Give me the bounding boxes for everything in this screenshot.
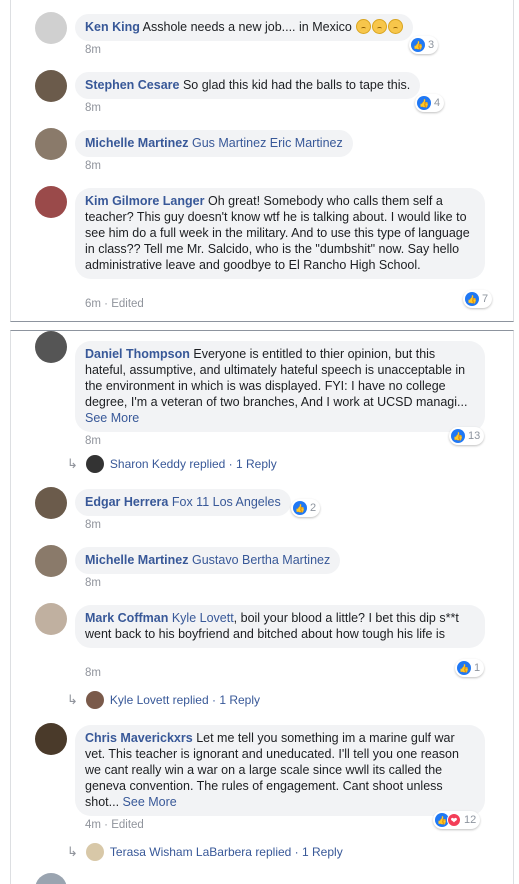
avatar[interactable]: [35, 545, 67, 577]
comment: Michelle Martinez Gus Martinez Eric Mart…: [35, 128, 507, 176]
like-icon: 👍: [417, 96, 431, 110]
comment-bubble: Michelle Martinez Gus Martinez Eric Mart…: [75, 130, 353, 157]
reaction-count[interactable]: 👍 ❤ 12: [433, 811, 481, 829]
like-icon: 👍: [465, 292, 479, 306]
tagged-names[interactable]: Gus Martinez Eric Martinez: [192, 136, 343, 150]
reply-count-text[interactable]: replied · 1 Reply: [173, 693, 260, 707]
reply-arrow-icon: ↳: [67, 844, 78, 859]
reaction-count[interactable]: 👍 13: [449, 427, 485, 445]
reaction-number: 3: [428, 39, 435, 51]
see-more-link[interactable]: See More: [123, 795, 177, 809]
reaction-number: 7: [482, 293, 489, 305]
tagged-names[interactable]: Kyle Lovett: [172, 611, 234, 625]
comment-bubble: Kim Gilmore Langer Oh great! Somebody wh…: [75, 188, 485, 279]
comment-bubble: Daniel Thompson Everyone is entitled to …: [75, 341, 485, 432]
reaction-number: 13: [468, 430, 481, 442]
comment-text: Asshole needs a new job.... in Mexico: [142, 20, 352, 34]
comment-bubble: Ken King Asshole needs a new job.... in …: [75, 14, 414, 41]
tired-face-emoji-icon: [372, 19, 388, 34]
reaction-count[interactable]: 👍 1: [455, 659, 485, 677]
comment-author[interactable]: Edgar Herrera: [85, 495, 168, 509]
comment-author[interactable]: Michelle Martinez: [85, 553, 189, 567]
comment-time[interactable]: 8m: [85, 435, 101, 447]
comment-time[interactable]: 8m: [85, 519, 101, 531]
comment-time[interactable]: 8m: [85, 102, 101, 114]
reply-arrow-icon: ↳: [67, 692, 78, 707]
comments-panel-top: Ken King Asshole needs a new job.... in …: [10, 0, 514, 322]
comment: Michelle Martinez Gustavo Bertha Martine…: [35, 545, 507, 593]
replies-link[interactable]: ↳ Kyle Lovett replied · 1 Reply: [67, 691, 260, 709]
tired-face-emoji-icon: [388, 19, 404, 34]
comment: Mark Coffman Kyle Lovett, boil your bloo…: [35, 603, 507, 685]
reply-author[interactable]: Sharon Keddy: [110, 457, 186, 471]
reply-count-text[interactable]: replied · 1 Reply: [189, 457, 276, 471]
comment-bubble: Edgar Herrera Fox 11 Los Angeles: [75, 489, 291, 516]
like-icon: 👍: [411, 38, 425, 52]
comment-author[interactable]: Mark Coffman: [85, 611, 168, 625]
comments-panel-bottom: Daniel Thompson Everyone is entitled to …: [10, 330, 514, 884]
tagged-names[interactable]: Gustavo Bertha Martinez: [192, 553, 330, 567]
reaction-count[interactable]: 👍 7: [463, 290, 493, 308]
reply-author[interactable]: Terasa Wisham LaBarbera: [110, 845, 252, 859]
avatar[interactable]: [35, 873, 67, 884]
comment-time[interactable]: 8m: [85, 44, 101, 56]
comment-author[interactable]: Daniel Thompson: [85, 347, 190, 361]
reply-avatar: [85, 455, 104, 473]
comment-author[interactable]: Chris Maverickxrs: [85, 731, 193, 745]
comment-author[interactable]: Michelle Martinez: [85, 136, 189, 150]
reaction-number: 1: [474, 662, 481, 674]
see-more-link[interactable]: See More: [85, 411, 139, 425]
reply-arrow-icon: ↳: [67, 456, 78, 471]
reply-count-text[interactable]: replied · 1 Reply: [255, 845, 342, 859]
comment-bubble: Stephen Cesare So glad this kid had the …: [75, 72, 421, 99]
comment: Ken King Asshole needs a new job.... in …: [35, 12, 507, 60]
comment-time[interactable]: 8m: [85, 160, 101, 172]
panel-gap: [0, 322, 519, 330]
reply-avatar: [85, 843, 104, 861]
tired-face-emoji-icon: [356, 19, 372, 34]
comment: Edgar Herrera Fox 11 Los Angeles 8m 👍 2: [35, 487, 507, 535]
comment-time[interactable]: 8m: [85, 667, 101, 679]
heart-icon: ❤: [447, 813, 461, 827]
avatar[interactable]: [35, 487, 67, 519]
reaction-count[interactable]: 👍 4: [415, 94, 445, 112]
comment-time[interactable]: 6m · Edited: [85, 298, 144, 310]
avatar[interactable]: [35, 603, 67, 635]
like-icon: 👍: [293, 501, 307, 515]
comment: Chris Maverickxrs Let me tell you someth…: [35, 723, 507, 837]
avatar[interactable]: [35, 723, 67, 755]
comment-text: So glad this kid had the balls to tape t…: [182, 78, 411, 92]
reaction-count[interactable]: 👍 2: [291, 499, 321, 517]
reply-author[interactable]: Kyle Lovett: [110, 693, 169, 707]
avatar[interactable]: [35, 12, 67, 44]
comment: Stephen Cesare So glad this kid had the …: [35, 70, 507, 118]
replies-link[interactable]: ↳ Terasa Wisham LaBarbera replied · 1 Re…: [67, 843, 343, 861]
tagged-names[interactable]: Fox 11 Los Angeles: [172, 495, 281, 509]
avatar[interactable]: [35, 128, 67, 160]
comment-author[interactable]: Ken King: [85, 20, 140, 34]
reply-avatar: [85, 691, 104, 709]
comment-time[interactable]: 8m: [85, 577, 101, 589]
like-icon: 👍: [457, 661, 471, 675]
replies-link[interactable]: ↳ Sharon Keddy replied · 1 Reply: [67, 455, 277, 473]
comment-bubble: Michelle Martinez Gustavo Bertha Martine…: [75, 547, 341, 574]
avatar[interactable]: [35, 70, 67, 102]
comment-author[interactable]: Stephen Cesare: [85, 78, 179, 92]
like-icon: 👍: [451, 429, 465, 443]
comment-time[interactable]: 4m · Edited: [85, 819, 144, 831]
reaction-number: 2: [310, 502, 317, 514]
reaction-count[interactable]: 👍 3: [409, 36, 439, 54]
comment-bubble: Mark Coffman Kyle Lovett, boil your bloo…: [75, 605, 485, 648]
comment-author[interactable]: Kim Gilmore Langer: [85, 194, 204, 208]
avatar[interactable]: [35, 186, 67, 218]
reaction-number: 4: [434, 97, 441, 109]
reaction-number: 12: [464, 814, 477, 826]
comment: Kim Gilmore Langer Oh great! Somebody wh…: [35, 186, 507, 316]
comment-bubble: Chris Maverickxrs Let me tell you someth…: [75, 725, 485, 816]
avatar[interactable]: [35, 331, 67, 363]
